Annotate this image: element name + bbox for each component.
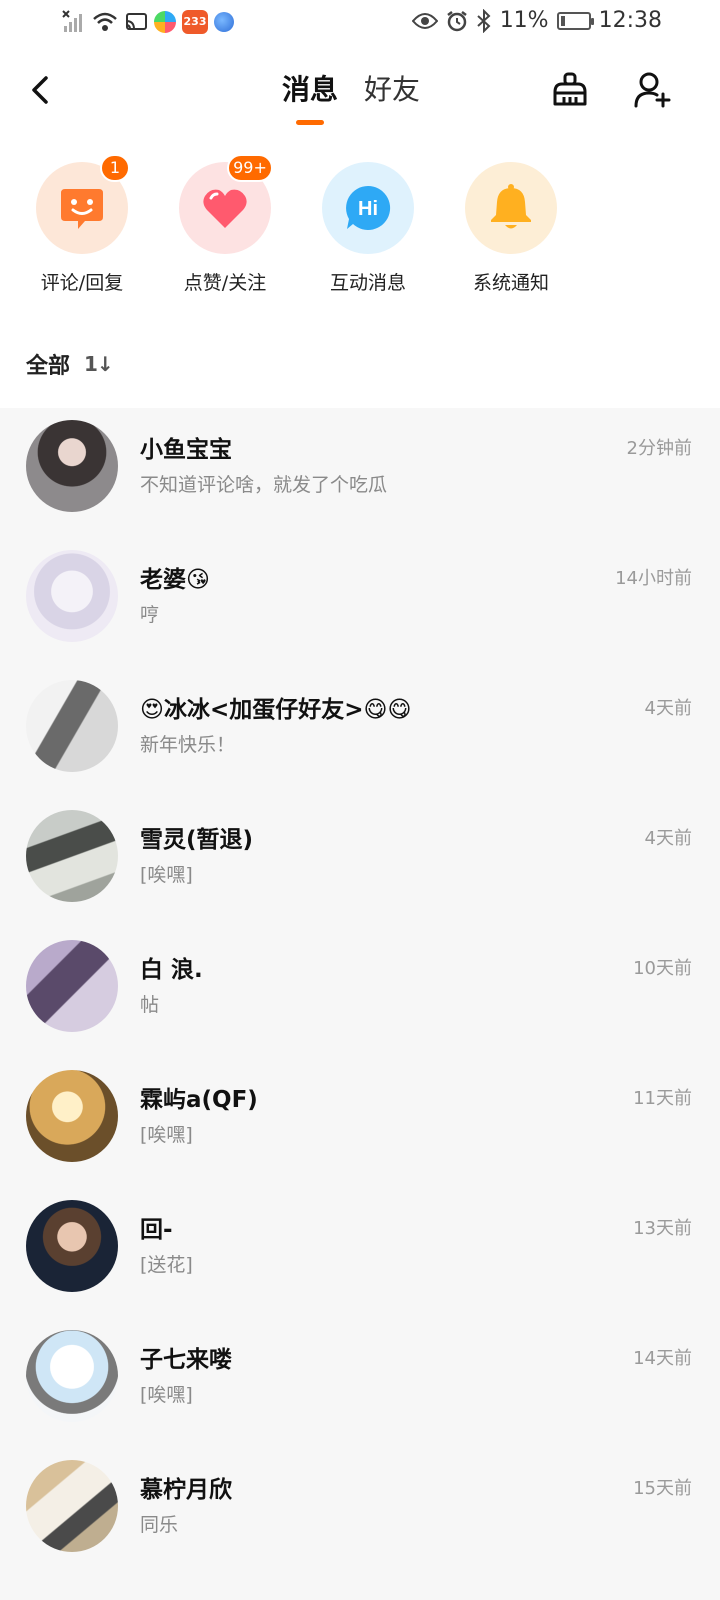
avatar[interactable] bbox=[26, 1330, 118, 1422]
add-friend-icon[interactable] bbox=[632, 70, 672, 110]
message-time: 15天前 bbox=[633, 1478, 692, 1499]
signal-icon bbox=[62, 10, 82, 32]
message-preview: 帖 bbox=[140, 994, 160, 1016]
list-item[interactable]: 😍冰冰<加蛋仔好友>😋😋 新年快乐！ 4天前 bbox=[0, 668, 720, 798]
status-left-icons: 233 bbox=[62, 10, 234, 34]
interactions-label: 互动消息 bbox=[329, 272, 406, 294]
contact-name: 回- bbox=[140, 1217, 173, 1243]
message-time: 2分钟前 bbox=[626, 438, 692, 459]
message-list: 小鱼宝宝 不知道评论啥，就发了个吃瓜 2分钟前 老婆😘 哼 14小时前 😍冰冰<… bbox=[0, 408, 720, 1578]
tab-friends-label: 好友 bbox=[364, 73, 421, 106]
likes-badge: 99+ bbox=[227, 154, 273, 182]
contact-name: 慕柠月欣 bbox=[140, 1477, 232, 1503]
app-icon-colorful bbox=[154, 11, 176, 33]
filter-label: 全部 bbox=[26, 354, 71, 379]
bell-icon bbox=[491, 184, 531, 229]
message-preview: 同乐 bbox=[140, 1514, 179, 1536]
message-preview: 不知道评论啥，就发了个吃瓜 bbox=[140, 474, 388, 496]
likes-label: 点赞/关注 bbox=[183, 272, 267, 294]
contact-name: 霖屿a(QF) bbox=[140, 1087, 258, 1113]
system-icon-circle bbox=[465, 162, 557, 254]
sort-icon[interactable]: 1↓ bbox=[84, 352, 114, 376]
comment-face-icon bbox=[61, 189, 103, 229]
contact-name: 子七来喽 bbox=[140, 1347, 232, 1373]
alarm-icon bbox=[446, 10, 467, 31]
quick-action-interactions[interactable]: Hi 互动消息 bbox=[303, 162, 433, 295]
message-time: 14天前 bbox=[633, 1348, 692, 1369]
hi-bubble-icon: Hi bbox=[346, 185, 391, 230]
status-bar: 233 11% 12:38 bbox=[0, 0, 720, 50]
contact-name: 😍冰冰<加蛋仔好友>😋😋 bbox=[140, 697, 412, 723]
quick-action-system[interactable]: 系统通知 bbox=[446, 162, 576, 295]
message-preview: 新年快乐！ bbox=[140, 734, 236, 756]
tab-friends[interactable]: 好友 bbox=[364, 68, 420, 108]
avatar[interactable] bbox=[26, 420, 118, 512]
eye-icon bbox=[411, 12, 438, 29]
message-time: 13天前 bbox=[633, 1218, 692, 1239]
back-arrow-icon[interactable] bbox=[26, 70, 60, 110]
quick-action-likes[interactable]: 99+ 点赞/关注 bbox=[160, 154, 290, 295]
cast-icon bbox=[125, 13, 147, 30]
battery-icon bbox=[556, 11, 594, 30]
contact-name: 雪灵(暂退) bbox=[140, 827, 254, 853]
list-item[interactable]: 慕柠月欣 同乐 15天前 bbox=[0, 1448, 720, 1578]
list-item[interactable]: 霖屿a(QF) [唉嘿] 11天前 bbox=[0, 1058, 720, 1188]
tab-bar: 消息 好友 bbox=[282, 68, 420, 125]
contact-name: 小鱼宝宝 bbox=[140, 437, 232, 463]
message-time: 10天前 bbox=[633, 958, 692, 979]
avatar[interactable] bbox=[26, 1070, 118, 1162]
message-preview: [唉嘿] bbox=[140, 1384, 193, 1406]
list-item[interactable]: 小鱼宝宝 不知道评论啥，就发了个吃瓜 2分钟前 bbox=[0, 408, 720, 538]
app-icon-planet bbox=[214, 12, 234, 32]
message-preview: [唉嘿] bbox=[140, 864, 193, 886]
message-time: 4天前 bbox=[644, 698, 692, 719]
message-preview: 哼 bbox=[140, 604, 160, 626]
bluetooth-icon bbox=[477, 8, 491, 33]
status-right: 11% 12:38 bbox=[411, 8, 662, 33]
message-time: 14小时前 bbox=[615, 568, 692, 589]
clear-broom-icon[interactable] bbox=[550, 70, 590, 110]
avatar[interactable] bbox=[26, 1460, 118, 1552]
comments-label: 评论/回复 bbox=[40, 272, 124, 294]
header: 消息 好友 bbox=[0, 50, 720, 136]
interactions-icon-circle: Hi bbox=[322, 162, 414, 254]
svg-text:Hi: Hi bbox=[358, 198, 378, 220]
list-item[interactable]: 白 浪. 帖 10天前 bbox=[0, 928, 720, 1058]
message-time: 11天前 bbox=[633, 1088, 692, 1109]
message-preview: [唉嘿] bbox=[140, 1124, 193, 1146]
comments-icon-circle: 1 bbox=[36, 154, 130, 254]
list-item[interactable]: 子七来喽 [唉嘿] 14天前 bbox=[0, 1318, 720, 1448]
app-icon-233: 233 bbox=[182, 10, 208, 34]
avatar[interactable] bbox=[26, 940, 118, 1032]
contact-name: 老婆😘 bbox=[140, 567, 210, 593]
system-label: 系统通知 bbox=[472, 272, 549, 294]
list-item[interactable]: 回- [送花] 13天前 bbox=[0, 1188, 720, 1318]
avatar[interactable] bbox=[26, 1200, 118, 1292]
message-preview: [送花] bbox=[140, 1254, 193, 1276]
battery-percent: 11% bbox=[499, 8, 549, 33]
clock: 12:38 bbox=[598, 8, 662, 33]
filter-row[interactable]: 全部 1↓ bbox=[26, 348, 114, 380]
contact-name: 白 浪. bbox=[140, 957, 203, 983]
wifi-icon bbox=[93, 12, 117, 31]
avatar[interactable] bbox=[26, 550, 118, 642]
message-time: 4天前 bbox=[644, 828, 692, 849]
quick-action-comments[interactable]: 1 评论/回复 bbox=[17, 154, 147, 295]
list-item[interactable]: 老婆😘 哼 14小时前 bbox=[0, 538, 720, 668]
tab-messages[interactable]: 消息 bbox=[282, 68, 339, 125]
likes-icon-circle: 99+ bbox=[179, 154, 273, 254]
comments-badge: 1 bbox=[100, 154, 130, 182]
avatar[interactable] bbox=[26, 810, 118, 902]
list-item[interactable]: 雪灵(暂退) [唉嘿] 4天前 bbox=[0, 798, 720, 928]
tab-messages-label: 消息 bbox=[282, 73, 339, 106]
heart-icon bbox=[203, 189, 247, 228]
quick-actions: 1 评论/回复 99+ 点赞/关注 Hi 互动消息 系统通知 bbox=[0, 154, 720, 302]
avatar[interactable] bbox=[26, 680, 118, 772]
active-tab-indicator bbox=[296, 120, 324, 125]
